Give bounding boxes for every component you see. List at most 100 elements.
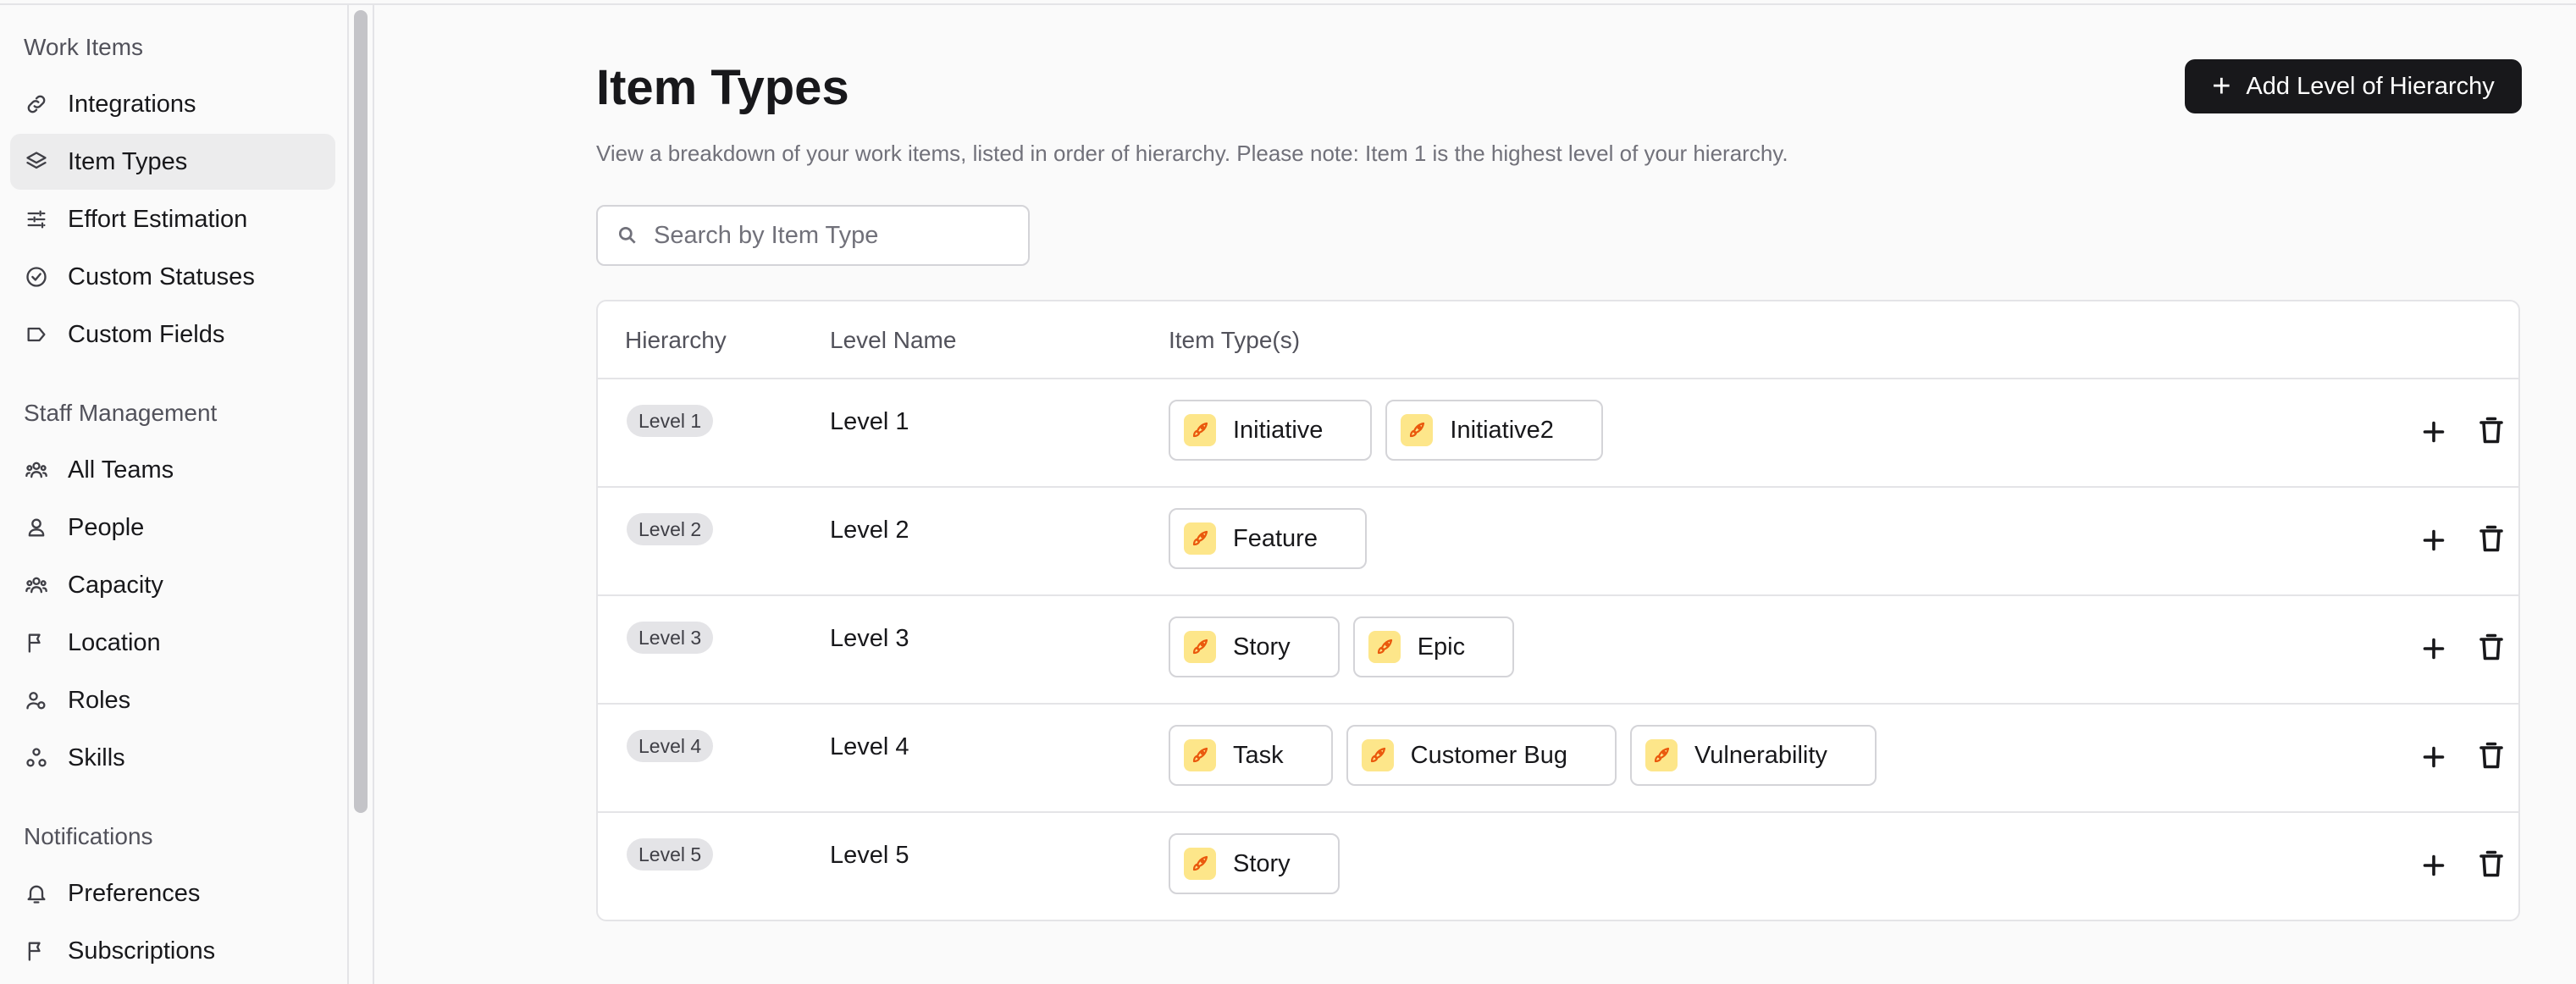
sidebar-item-label: All Teams: [68, 456, 174, 484]
item-type-list: Task Customer Bug Vulnerability: [1169, 725, 1877, 786]
item-type-list: Initiative Initiative2: [1169, 400, 1603, 461]
item-type-label: Vulnerability: [1694, 741, 1827, 769]
item-type-chip[interactable]: Initiative2: [1385, 400, 1603, 461]
rocket-icon: [1184, 848, 1216, 880]
trash-icon: [2479, 742, 2503, 769]
plus-icon: [2423, 529, 2445, 551]
rocket-icon: [1401, 414, 1434, 446]
column-header-hierarchy: Hierarchy: [625, 327, 727, 353]
sidebar-item-integrations[interactable]: Integrations: [10, 76, 335, 132]
item-type-label: Task: [1233, 741, 1284, 769]
sidebar-item-label: Roles: [68, 686, 131, 714]
top-border: [0, 0, 2576, 5]
sidebar-item-roles[interactable]: Roles: [10, 672, 335, 728]
rocket-icon: [1368, 631, 1401, 663]
item-type-label: Story: [1233, 849, 1291, 877]
item-type-label: Initiative: [1233, 416, 1324, 444]
sidebar-group-notifications: Notifications: [24, 823, 153, 849]
search-input[interactable]: [654, 221, 1009, 250]
item-type-chip[interactable]: Initiative: [1169, 400, 1373, 461]
item-type-chip[interactable]: Story: [1169, 833, 1340, 894]
trash-icon: [2479, 525, 2503, 552]
delete-level-button[interactable]: [2476, 415, 2507, 447]
sidebar-item-label: Item Types: [68, 147, 188, 175]
check-circle-icon: [24, 264, 49, 290]
user-icon: [24, 515, 49, 540]
level-badge: Level 5: [627, 838, 714, 871]
sidebar-item-effort-estimation[interactable]: Effort Estimation: [10, 191, 335, 247]
table-row: Level 2 Level 2 Feature: [598, 488, 2518, 596]
item-types-table: Hierarchy Level Name Item Type(s) Level …: [596, 300, 2520, 921]
rocket-icon: [1645, 739, 1678, 771]
table-row: Level 3 Level 3 Story Epic: [598, 596, 2518, 705]
add-level-of-hierarchy-button[interactable]: + Add Level of Hierarchy: [2185, 59, 2522, 113]
level-name: Level 4: [830, 733, 909, 760]
sidebar-item-people[interactable]: People: [10, 500, 335, 556]
sidebar-item-all-teams[interactable]: All Teams: [10, 442, 335, 498]
level-badge: Level 2: [627, 513, 714, 545]
tag-icon: [24, 322, 49, 347]
rocket-icon: [1361, 739, 1394, 771]
search-icon: [618, 226, 636, 244]
sidebar-item-capacity[interactable]: Capacity: [10, 557, 335, 613]
add-item-type-button[interactable]: [2418, 633, 2449, 664]
item-type-chip[interactable]: Feature: [1169, 508, 1367, 569]
table-row: Level 4 Level 4 Task Customer Bug Vulner…: [598, 705, 2518, 813]
delete-level-button[interactable]: [2476, 849, 2507, 881]
level-name: Level 3: [830, 625, 909, 652]
item-type-chip[interactable]: Customer Bug: [1346, 725, 1617, 786]
sidebar-item-custom-statuses[interactable]: Custom Statuses: [10, 249, 335, 305]
sidebar-item-preferences[interactable]: Preferences: [10, 865, 335, 921]
sidebar-item-subscriptions[interactable]: Subscriptions: [10, 923, 335, 979]
users-icon: [24, 457, 49, 483]
add-button-label: Add Level of Hierarchy: [2246, 72, 2495, 100]
sidebar-group-staff-management: Staff Management: [24, 400, 218, 426]
trash-icon: [2479, 417, 2503, 444]
delete-level-button[interactable]: [2476, 740, 2507, 772]
sidebar-item-label: Location: [68, 628, 161, 656]
add-item-type-button[interactable]: [2418, 525, 2449, 556]
sidebar-scrollbar-thumb[interactable]: [354, 10, 368, 813]
sidebar-item-location[interactable]: Location: [10, 615, 335, 671]
sidebar-item-label: Skills: [68, 744, 125, 771]
item-type-chip[interactable]: Story: [1169, 616, 1340, 677]
add-item-type-button[interactable]: [2418, 417, 2449, 447]
page-title: Item Types: [596, 60, 849, 115]
item-type-chip[interactable]: Task: [1169, 725, 1333, 786]
sliders-icon: [24, 207, 49, 232]
sidebar-item-label: Integrations: [68, 90, 196, 118]
sidebar-item-label: Capacity: [68, 571, 163, 599]
sidebar-item-item-types[interactable]: Item Types: [10, 134, 335, 190]
level-badge: Level 1: [627, 405, 714, 437]
link-icon: [24, 91, 49, 117]
delete-level-button[interactable]: [2476, 523, 2507, 556]
sidebar-item-custom-fields[interactable]: Custom Fields: [10, 307, 335, 362]
rocket-icon: [1184, 739, 1216, 771]
trash-icon: [2479, 850, 2503, 877]
item-type-list: Story Epic: [1169, 616, 1515, 677]
users-icon: [24, 572, 49, 598]
search-box: [596, 205, 1030, 266]
page-description: View a breakdown of your work items, lis…: [596, 141, 1788, 166]
level-badge: Level 3: [627, 622, 714, 654]
plus-icon: [2423, 638, 2445, 660]
add-item-type-button[interactable]: [2418, 742, 2449, 772]
sidebar-item-label: People: [68, 513, 145, 541]
delete-level-button[interactable]: [2476, 632, 2507, 664]
table-row: Level 5 Level 5 Story: [598, 813, 2518, 920]
plus-icon: [2423, 854, 2445, 876]
flag-icon: [24, 938, 49, 964]
bell-icon: [24, 881, 49, 906]
sidebar-item-label: Custom Statuses: [68, 263, 255, 290]
item-type-list: Story: [1169, 833, 1340, 894]
user-roles-icon: [24, 688, 49, 713]
item-type-chip[interactable]: Epic: [1352, 616, 1515, 677]
sidebar-item-skills[interactable]: Skills: [10, 730, 335, 786]
trash-icon: [2479, 633, 2503, 661]
sidebar-item-label: Effort Estimation: [68, 205, 248, 233]
add-item-type-button[interactable]: [2418, 850, 2449, 881]
item-type-chip[interactable]: Vulnerability: [1630, 725, 1877, 786]
rocket-icon: [1184, 522, 1216, 555]
item-type-list: Feature: [1169, 508, 1367, 569]
layers-icon: [24, 149, 49, 174]
